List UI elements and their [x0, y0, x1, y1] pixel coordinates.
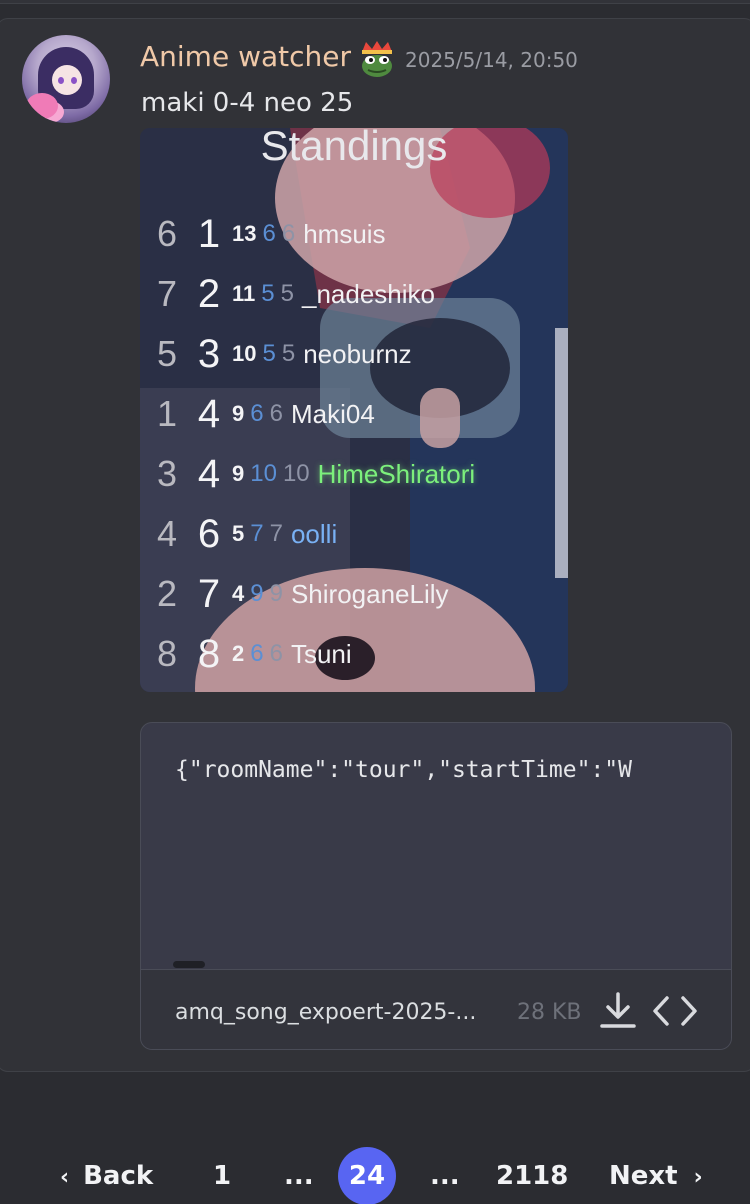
standings-count: 6 [269, 640, 283, 667]
standings-count: 6 [269, 400, 283, 427]
user-avatar[interactable] [22, 35, 110, 123]
standings-count: 7 [269, 520, 283, 547]
standings-score: 9 [232, 461, 245, 486]
standings-correct-count: 6 [250, 640, 264, 667]
standings-row: 8 8 2 6 6 Tsuni [150, 626, 352, 682]
standings-score: 13 [232, 221, 257, 246]
next-button[interactable]: Next › [609, 1148, 703, 1204]
standings-row: 6 1 13 6 6 hmsuis [150, 206, 386, 262]
standings-row: 3 4 9 10 10 HimeShiratori [150, 446, 475, 502]
standings-prev-rank: 6 [156, 213, 178, 254]
avatar-face [52, 65, 82, 95]
previous-message-edge [0, 0, 750, 4]
standings-title: Standings [260, 128, 448, 169]
standings-player-name: neoburnz [303, 338, 412, 369]
chevron-right-icon: › [693, 1165, 703, 1190]
standings-prev-rank: 5 [156, 333, 178, 374]
standings-correct-count: 5 [262, 340, 276, 367]
standings-prev-rank: 8 [156, 633, 178, 674]
standings-row: 1 4 9 6 6 Maki04 [150, 386, 375, 442]
standings-rank: 4 [197, 391, 221, 436]
standings-correct-count: 6 [262, 220, 276, 247]
standings-count: 10 [282, 460, 310, 487]
standings-count: 5 [280, 280, 294, 307]
frog-with-crown-icon [362, 41, 392, 77]
standings-prev-rank: 3 [156, 453, 178, 494]
standings-rank: 7 [197, 571, 221, 616]
standings-correct-count: 10 [250, 460, 277, 487]
avatar-eye [58, 77, 64, 84]
avatar-heart-decoration [26, 93, 58, 119]
back-label: Back [83, 1161, 154, 1191]
standings-correct-count: 5 [261, 280, 275, 307]
page-button-last[interactable]: 2118 [496, 1148, 568, 1204]
standings-row: 5 3 10 5 5 neoburnz [150, 326, 412, 382]
standings-prev-rank: 1 [156, 393, 178, 434]
message-text: maki 0-4 neo 25 [141, 88, 354, 118]
standings-prev-rank: 2 [156, 573, 178, 614]
standings-count: 9 [269, 580, 283, 607]
standings-player-name: Maki04 [290, 398, 375, 429]
pagination: ‹ Back 1 ... 24 ... 2118 Next › [0, 1147, 750, 1204]
standings-rank: 1 [197, 211, 221, 256]
download-icon[interactable] [597, 990, 639, 1032]
chevron-left-icon: ‹ [60, 1165, 70, 1190]
standings-player-name: HimeShiratori [317, 458, 476, 489]
standings-rank: 6 [197, 511, 221, 556]
standings-player-name: Tsuni [290, 638, 352, 669]
standings-score: 9 [232, 401, 245, 426]
standings-score: 4 [232, 581, 245, 606]
standings-rank: 4 [197, 451, 221, 496]
back-button[interactable]: ‹ Back [60, 1148, 153, 1204]
standings-correct-count: 7 [250, 520, 264, 547]
standings-score: 2 [232, 641, 245, 666]
avatar-eye [71, 77, 77, 84]
standings-row: 4 6 5 7 7 oolli [150, 506, 337, 562]
standings-row: 2 7 4 9 9 ShiroganeLily [150, 566, 449, 622]
standings-score: 11 [232, 281, 256, 306]
file-footer: amq_song_expoert-2025-... 28 KB [141, 969, 731, 1049]
standings-correct-count: 6 [250, 400, 264, 427]
pagination-ellipsis-left[interactable]: ... [284, 1148, 314, 1204]
standings-player-name: oolli [290, 518, 338, 549]
file-code-preview[interactable]: {"roomName":"tour","startTime":"W [175, 757, 715, 783]
standings-prev-rank: 4 [156, 513, 178, 554]
standings-image-attachment[interactable]: Standings 6 1 13 6 6 hmsuis 7 2 11 5 5 _nadeshiko 5 3… [140, 128, 568, 692]
message-timestamp: 2025/5/14, 20:50 [405, 48, 578, 72]
standings-rank: 8 [197, 631, 221, 676]
standings-rank: 2 [197, 271, 221, 316]
pagination-ellipsis-right[interactable]: ... [430, 1148, 460, 1204]
code-icon[interactable] [651, 992, 699, 1030]
username[interactable]: Anime watcher [140, 40, 351, 73]
file-attachment-card: {"roomName":"tour","startTime":"W amq_so… [140, 722, 732, 1050]
standings-correct-count: 9 [250, 580, 264, 607]
standings-score: 10 [232, 341, 257, 366]
horizontal-scrollbar[interactable] [173, 961, 205, 968]
standings-player-name: ShiroganeLily [290, 578, 449, 609]
standings-prev-rank: 7 [156, 273, 178, 314]
page-button-current[interactable]: 24 [338, 1147, 396, 1204]
standings-player-name: _nadeshiko [301, 278, 435, 309]
file-name[interactable]: amq_song_expoert-2025-... [175, 1000, 476, 1025]
standings-row: 7 2 11 5 5 _nadeshiko [150, 266, 435, 322]
standings-player-name: hmsuis [303, 218, 386, 249]
standings-rank: 3 [197, 331, 221, 376]
standings-count: 6 [281, 220, 296, 247]
page-button-first[interactable]: 1 [213, 1148, 231, 1204]
standings-count: 5 [281, 340, 296, 367]
next-label: Next [609, 1161, 678, 1191]
file-size: 28 KB [517, 1000, 582, 1025]
standings-score: 5 [232, 521, 245, 546]
